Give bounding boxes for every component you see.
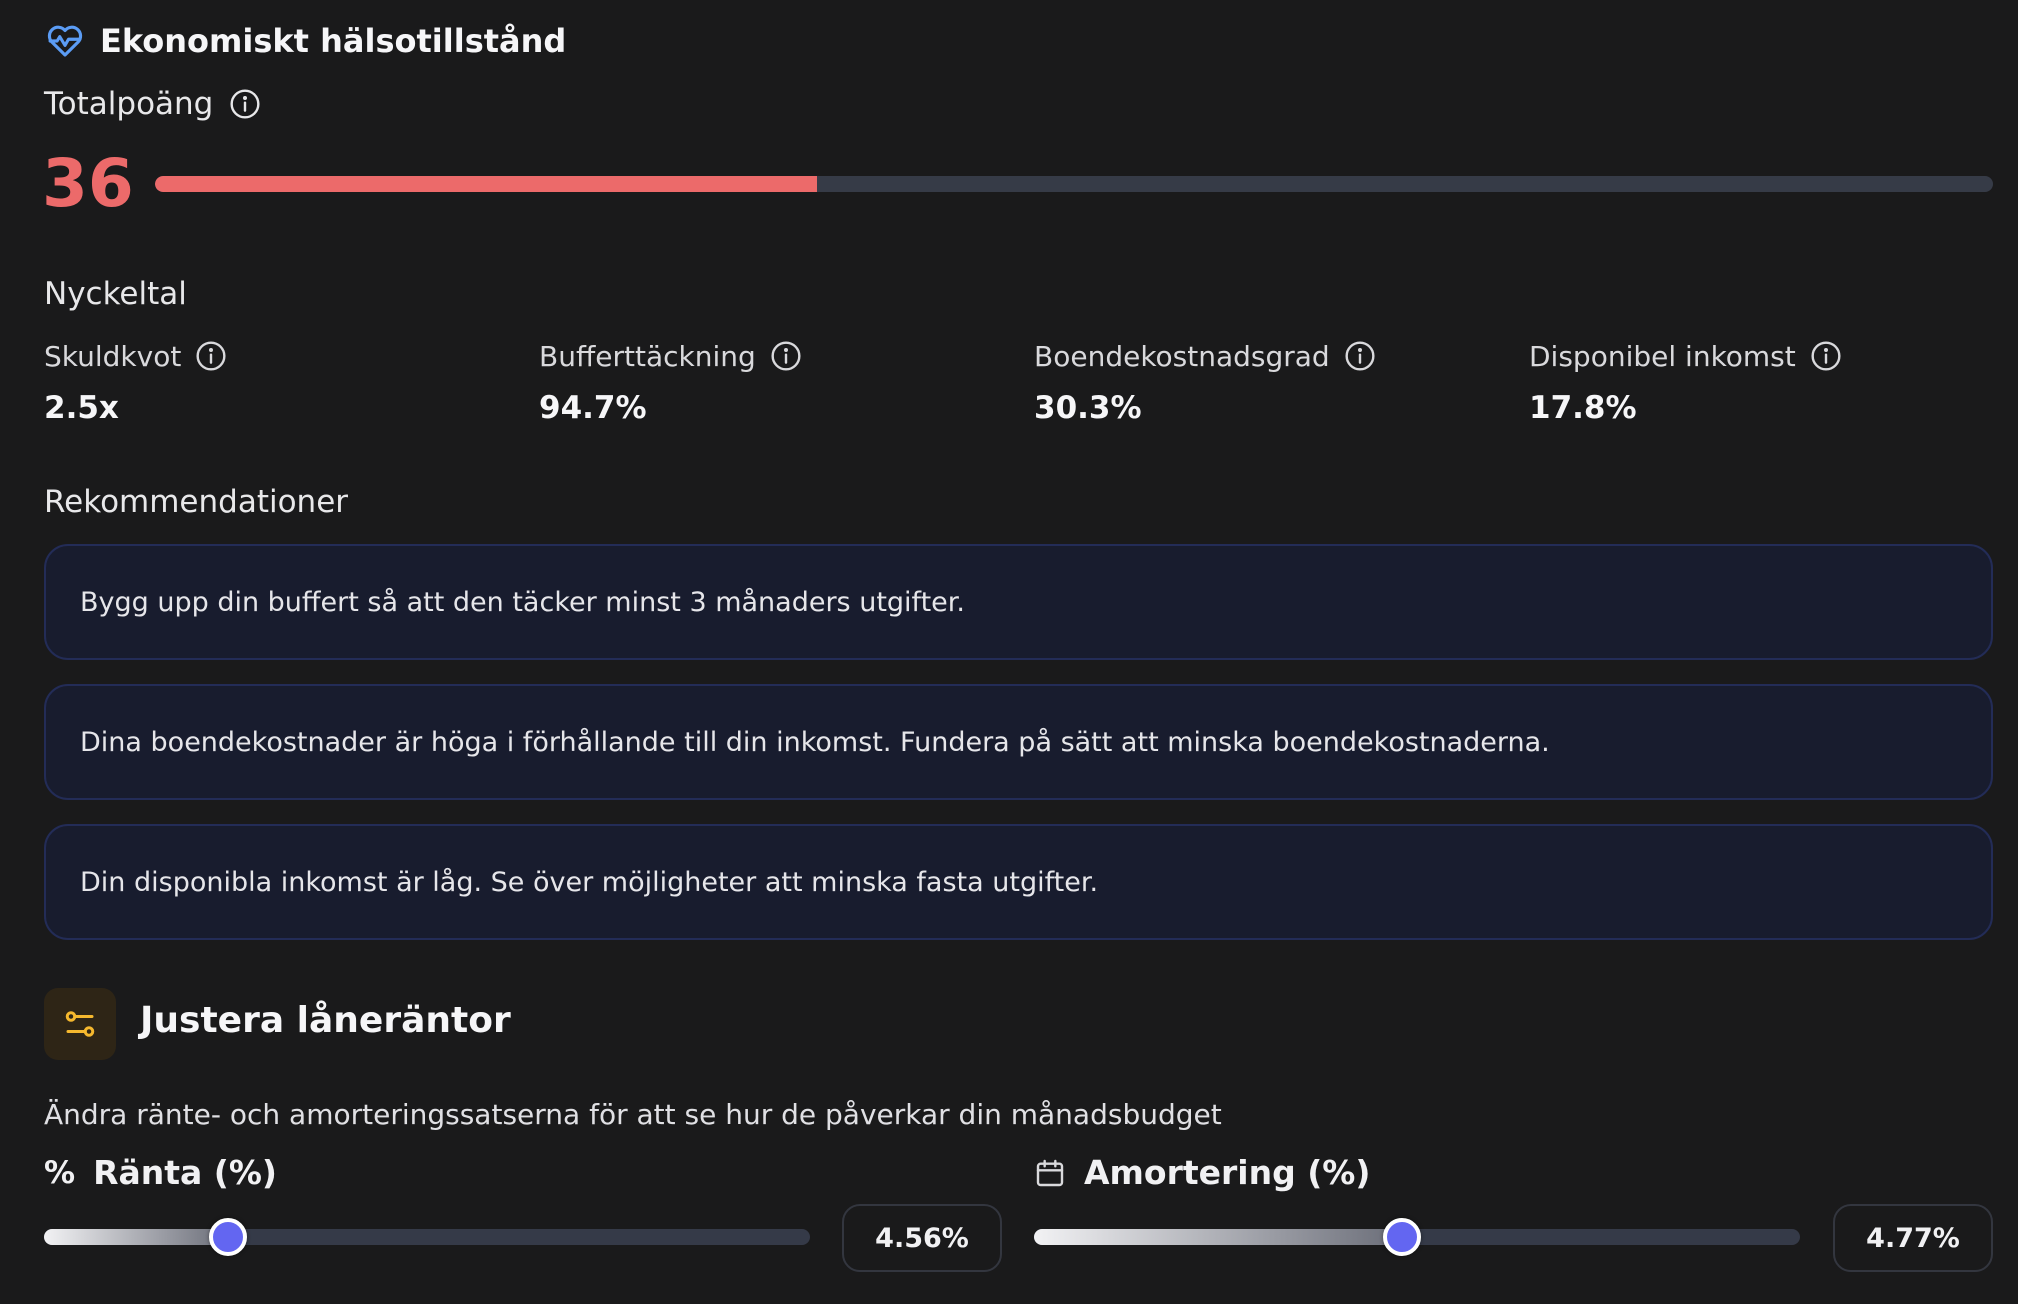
metrics-heading: Nyckeltal [44, 276, 187, 312]
metric-value: 2.5x [44, 390, 119, 426]
metric-value: 17.8% [1529, 390, 1637, 426]
metric-label: Disponibel inkomst [1529, 339, 1796, 373]
metric-debt-ratio: Skuldkvot 2.5x [44, 336, 524, 426]
slider-fill [1034, 1229, 1402, 1245]
slider-thumb[interactable] [208, 1218, 247, 1256]
recommendation-text: Din disponibla inkomst är låg. Se över m… [80, 866, 1099, 898]
recommendation-text: Bygg upp din buffert så att den täcker m… [80, 586, 965, 618]
metric-label: Skuldkvot [44, 339, 182, 373]
info-icon[interactable] [195, 340, 227, 372]
sliders-icon [65, 1011, 95, 1037]
info-icon[interactable] [229, 88, 261, 120]
recommendation-card: Din disponibla inkomst är låg. Se över m… [44, 824, 1993, 940]
panel-title: Ekonomiskt hälsotillstånd [100, 22, 567, 60]
metric-label: Bufferttäckning [539, 339, 756, 373]
metric-disposable-income: Disponibel inkomst 17.8% [1529, 336, 2009, 426]
interest-rate-value[interactable]: 4.56% [842, 1204, 1002, 1272]
amortization-label: Amortering (%) [1084, 1153, 1371, 1192]
total-score-label-row: Totalpoäng [44, 86, 261, 122]
total-score-label: Totalpoäng [44, 86, 214, 122]
metric-buffer-coverage: Bufferttäckning 94.7% [539, 336, 1019, 426]
recommendation-card: Dina boendekostnader är höga i förhållan… [44, 684, 1993, 800]
metric-housing-cost-ratio: Boendekostnadsgrad 30.3% [1034, 336, 1514, 426]
total-score-bar [155, 176, 1993, 192]
amortization-slider[interactable] [1034, 1218, 1800, 1256]
adjust-section-icon [44, 988, 116, 1060]
slider-thumb[interactable] [1382, 1218, 1421, 1256]
interest-rate-slider[interactable] [44, 1218, 810, 1256]
metric-value: 30.3% [1034, 390, 1142, 426]
metric-label: Boendekostnadsgrad [1034, 339, 1330, 373]
amortization-label-row: Amortering (%) [1034, 1153, 1370, 1192]
adjust-section-title: Justera låneräntor [140, 1000, 511, 1041]
recommendation-text: Dina boendekostnader är höga i förhållan… [80, 726, 1550, 758]
total-score-value: 36 [42, 145, 134, 222]
financial-health-panel: Ekonomiskt hälsotillstånd Totalpoäng 36 … [0, 0, 2018, 1304]
amortization-value[interactable]: 4.77% [1833, 1204, 1993, 1272]
slider-fill [44, 1229, 228, 1245]
total-score-bar-fill [155, 176, 817, 192]
heart-pulse-icon [47, 25, 83, 57]
info-icon[interactable] [1810, 340, 1842, 372]
recommendations-heading: Rekommendationer [44, 484, 349, 520]
info-icon[interactable] [1344, 340, 1376, 372]
panel-header: Ekonomiskt hälsotillstånd [44, 20, 566, 62]
adjust-section-subtitle: Ändra ränte- och amorteringssatserna för… [44, 1098, 1222, 1131]
interest-rate-label: Ränta (%) [93, 1153, 277, 1192]
interest-rate-label-row: % Ränta (%) [44, 1153, 277, 1192]
info-icon[interactable] [770, 340, 802, 372]
percent-icon: % [44, 1154, 76, 1191]
calendar-icon [1036, 1159, 1064, 1186]
metric-value: 94.7% [539, 390, 647, 426]
recommendation-card: Bygg upp din buffert så att den täcker m… [44, 544, 1993, 660]
